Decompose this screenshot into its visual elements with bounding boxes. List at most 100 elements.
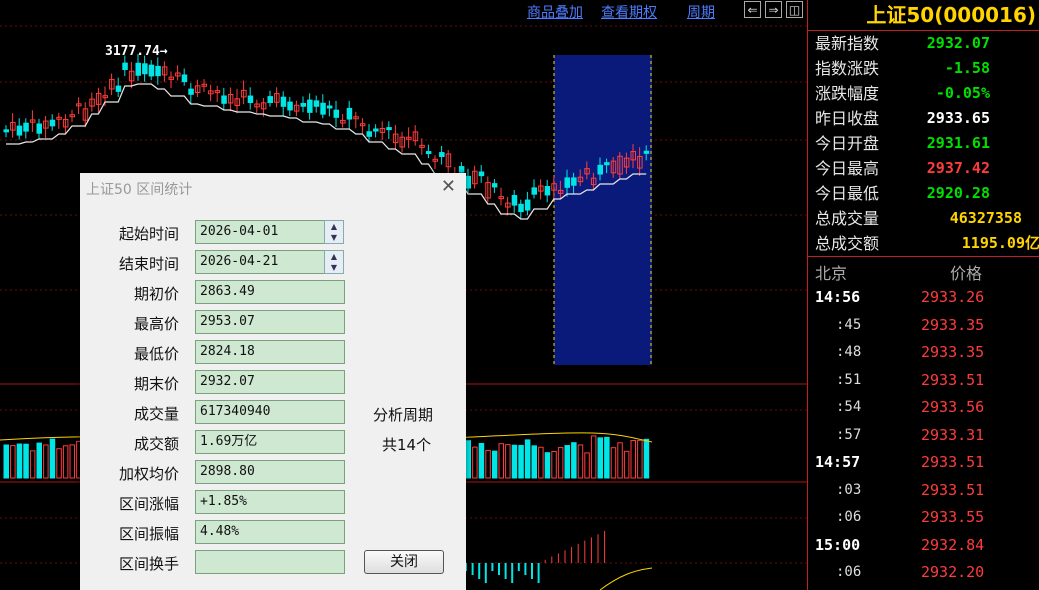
- volume-bar: [564, 445, 570, 479]
- tick-price: 2933.35: [921, 315, 985, 334]
- tick-header: 北京 价格: [808, 260, 1039, 283]
- date-spinner[interactable]: ▲ ▼: [324, 220, 344, 244]
- stat-value-field: 2898.80: [195, 460, 345, 484]
- stat-value-field: [195, 550, 345, 574]
- quote-value: -1.58: [944, 59, 990, 77]
- volume-bar: [498, 443, 504, 479]
- range-stats-dialog: 上证50 区间统计 ✕ 起始时间 2026-04-01 ▲ ▼ 结束时间 2026-04-…: [80, 173, 466, 590]
- tick-row: :45 2933.35: [808, 312, 1039, 339]
- tick-price: 2933.55: [921, 508, 985, 526]
- overlay-link[interactable]: 商品叠加: [527, 2, 583, 22]
- volume-bar: [49, 438, 56, 479]
- macd-line: [599, 567, 653, 590]
- candle-body: [23, 122, 29, 132]
- next-arrow-icon[interactable]: ⇒: [765, 1, 782, 18]
- stat-label: 成交量: [133, 405, 179, 423]
- tick-row: :54 2933.56: [808, 394, 1039, 421]
- date-input[interactable]: 2026-04-01: [195, 220, 325, 244]
- tick-header-price: 价格: [950, 264, 983, 283]
- stat-row: 最高价 2953.07: [80, 310, 466, 334]
- quote-value: 2933.65: [926, 109, 990, 127]
- volume-bar: [584, 452, 590, 479]
- volume-bar: [69, 444, 75, 479]
- candle-body: [280, 96, 287, 107]
- quote-value: 1195.09亿: [961, 234, 1039, 252]
- tick-time: 15:00: [815, 535, 861, 554]
- volume-bar: [485, 449, 491, 479]
- period-link[interactable]: 周期: [687, 2, 715, 22]
- stat-label: 成交额: [133, 435, 179, 453]
- volume-bar: [544, 452, 551, 479]
- candle-body: [142, 63, 148, 75]
- quote-label: 今日开盘: [815, 134, 880, 153]
- tick-time: :51: [836, 371, 862, 388]
- quote-value: 2932.07: [926, 34, 990, 52]
- quote-label: 昨日收盘: [815, 109, 880, 128]
- quote-label: 总成交量: [815, 209, 880, 228]
- candle-body: [643, 150, 650, 154]
- candle-body: [307, 99, 313, 113]
- stat-value-field: 2953.07: [195, 310, 345, 334]
- volume-bar: [643, 438, 650, 479]
- stat-label: 结束时间: [118, 255, 179, 273]
- candle-body: [524, 199, 531, 211]
- stat-value-field: 2932.07: [195, 370, 345, 394]
- stat-row: 区间振幅 4.48%: [80, 520, 466, 544]
- tick-time: :54: [836, 399, 862, 415]
- date-spinner[interactable]: ▲ ▼: [324, 250, 344, 274]
- candle-body: [518, 203, 524, 213]
- candle-body: [386, 127, 392, 131]
- tick-price: 2933.56: [921, 398, 985, 416]
- candle-body: [373, 128, 379, 132]
- candle-body: [115, 85, 122, 92]
- spin-down-icon[interactable]: ▼: [325, 232, 343, 243]
- volume-bar: [491, 450, 498, 479]
- close-button[interactable]: 关闭: [364, 550, 444, 574]
- view-rights-link[interactable]: 查看期权: [601, 2, 657, 22]
- layout-icon[interactable]: ◫: [786, 1, 803, 18]
- stat-label: 区间换手: [118, 555, 179, 573]
- quote-value: 2920.28: [926, 184, 990, 202]
- stat-label: 区间振幅: [118, 525, 179, 543]
- volume-bar: [43, 444, 49, 479]
- tick-row: :57 2933.31: [808, 422, 1039, 449]
- tick-time: :45: [836, 316, 862, 333]
- spin-up-icon[interactable]: ▲: [325, 251, 343, 262]
- candle-body: [188, 88, 194, 95]
- close-icon[interactable]: ✕: [441, 176, 456, 197]
- candle-body: [16, 125, 23, 136]
- candle-body: [155, 65, 161, 77]
- quote-value: -0.05%: [935, 84, 990, 102]
- candle-body: [300, 103, 306, 107]
- candle-body: [458, 166, 465, 173]
- period-label: 分析周期: [373, 406, 434, 424]
- candle-body: [287, 101, 293, 111]
- spin-up-icon[interactable]: ▲: [325, 221, 343, 232]
- candle-body: [597, 164, 603, 175]
- tick-price: 2932.84: [921, 535, 985, 554]
- tick-time: :57: [836, 426, 862, 443]
- volume-bar: [511, 444, 518, 479]
- selected-range: [554, 55, 652, 365]
- quote-row: 今日最低 2920.28: [808, 181, 1039, 206]
- stat-label: 最高价: [133, 315, 179, 333]
- volume-bar: [557, 447, 564, 479]
- stat-row: 期末价 2932.07: [80, 370, 466, 394]
- volume-bar: [610, 447, 617, 479]
- spin-down-icon[interactable]: ▼: [325, 262, 343, 273]
- volume-bar: [538, 446, 544, 479]
- date-input[interactable]: 2026-04-21: [195, 250, 325, 274]
- volume-bar: [571, 442, 577, 479]
- tick-price: 2933.26: [921, 288, 985, 306]
- prev-arrow-icon[interactable]: ⇐: [744, 1, 761, 18]
- quote-value: 2937.42: [926, 159, 990, 177]
- tick-price: 2933.31: [921, 425, 985, 444]
- stat-label: 最低价: [133, 345, 179, 363]
- tick-price: 2933.35: [921, 343, 985, 361]
- stat-value-field: 617340940: [195, 400, 345, 424]
- quote-label: 今日最低: [815, 184, 880, 203]
- candle-body: [366, 131, 372, 137]
- quote-row: 昨日收盘 2933.65: [808, 106, 1039, 131]
- stat-value-field: 4.48%: [195, 520, 345, 544]
- candle-body: [3, 129, 9, 133]
